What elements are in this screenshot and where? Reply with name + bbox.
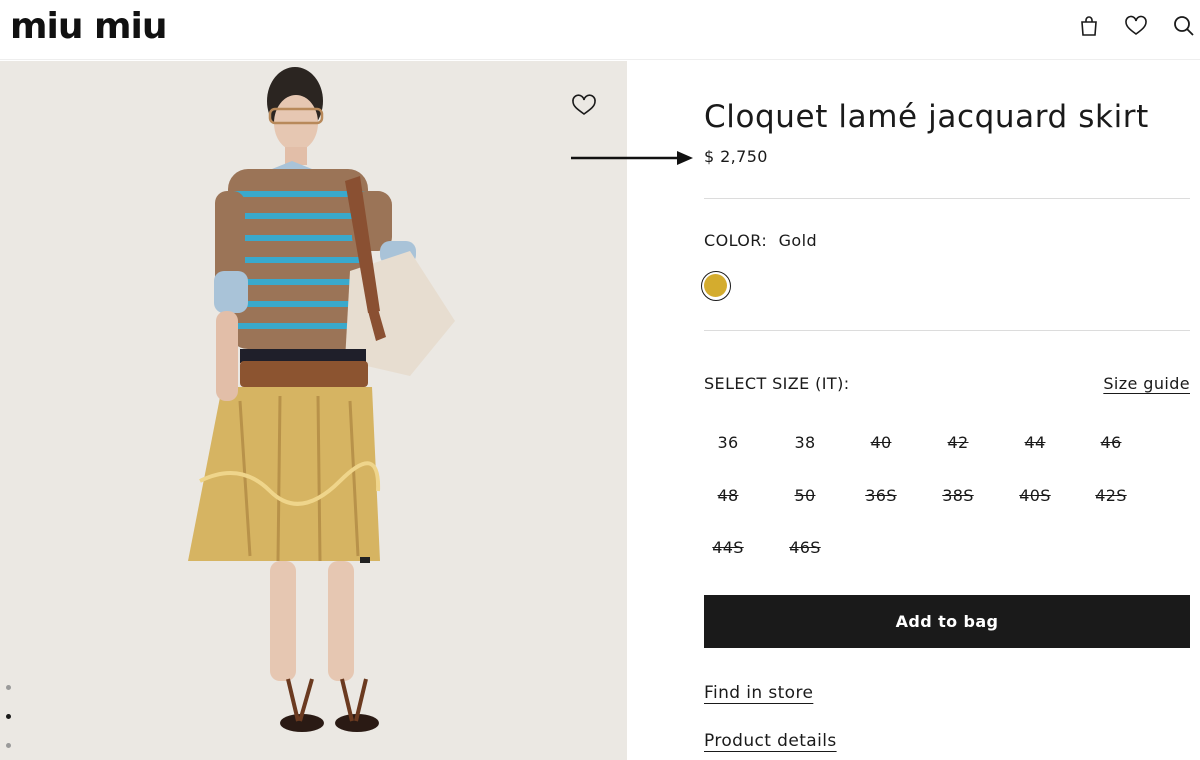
color-swatch-gold[interactable] <box>701 271 731 301</box>
product-details-link[interactable]: Product details <box>704 731 837 751</box>
size-grid: 36 38 40 42 44 46 48 50 36S 38S 40S 42S 44S 46S <box>704 421 1190 581</box>
product-photo <box>188 67 455 732</box>
color-selector-label: COLOR: Gold <box>704 231 817 250</box>
find-in-store-link[interactable]: Find in store <box>704 683 813 703</box>
color-label: COLOR: <box>704 231 768 250</box>
size-option-42[interactable]: 42 <box>934 428 982 458</box>
search-icon[interactable] <box>1172 14 1196 38</box>
size-option-36[interactable]: 36 <box>704 428 752 458</box>
size-option-44s[interactable]: 44S <box>704 533 752 563</box>
divider <box>704 330 1190 331</box>
size-option-40[interactable]: 40 <box>857 428 905 458</box>
wishlist-heart-icon[interactable] <box>571 93 597 117</box>
size-option-38s[interactable]: 38S <box>934 481 982 511</box>
bag-icon[interactable] <box>1077 14 1101 38</box>
size-option-36s[interactable]: 36S <box>857 481 905 511</box>
add-to-bag-button[interactable]: Add to bag <box>704 595 1190 648</box>
product-title: Cloquet lamé jacquard skirt <box>704 99 1149 135</box>
annotation-arrow-icon <box>571 151 693 165</box>
svg-text:miu miu: miu miu <box>10 8 167 47</box>
product-image-gallery[interactable] <box>0 61 627 760</box>
size-option-50[interactable]: 50 <box>781 481 829 511</box>
size-option-46[interactable]: 46 <box>1087 428 1135 458</box>
size-option-38[interactable]: 38 <box>781 428 829 458</box>
size-option-42s[interactable]: 42S <box>1087 481 1135 511</box>
gallery-dot-3[interactable] <box>6 743 11 748</box>
heart-icon[interactable] <box>1124 14 1148 38</box>
gallery-dot-1[interactable] <box>6 685 11 690</box>
size-option-48[interactable]: 48 <box>704 481 752 511</box>
size-option-44[interactable]: 44 <box>1011 428 1059 458</box>
site-header: miu miu <box>0 0 1200 60</box>
size-selector-header: SELECT SIZE (IT): Size guide <box>704 374 1190 393</box>
product-price: $ 2,750 <box>704 147 768 166</box>
brand-logo[interactable]: miu miu <box>10 8 190 48</box>
gallery-dot-2[interactable] <box>6 714 11 719</box>
size-option-46s[interactable]: 46S <box>781 533 829 563</box>
swatch-fill <box>704 274 727 297</box>
color-value: Gold <box>778 231 818 250</box>
select-size-label: SELECT SIZE (IT): <box>704 374 850 393</box>
divider <box>704 198 1190 199</box>
size-option-40s[interactable]: 40S <box>1011 481 1059 511</box>
size-guide-link[interactable]: Size guide <box>1103 374 1190 393</box>
